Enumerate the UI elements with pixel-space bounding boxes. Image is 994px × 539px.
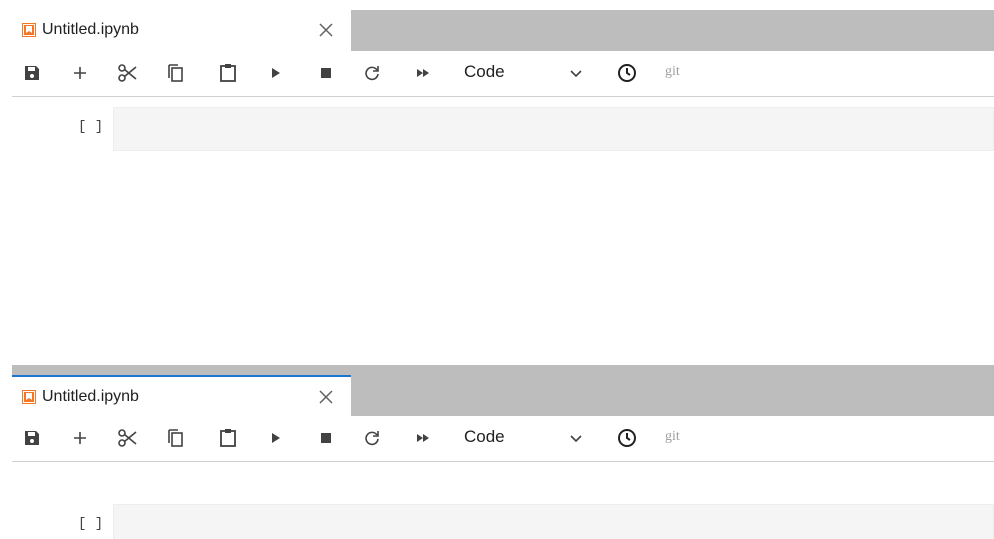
run-icon[interactable]: [264, 61, 288, 85]
cut-icon[interactable]: [116, 426, 140, 450]
notebook-toolbar: Code git: [12, 51, 994, 97]
cell-prompt: [ ]: [78, 516, 104, 532]
tab-title: Untitled.ipynb: [42, 21, 139, 38]
notebook-panel-top: Untitled.ipynb Code git []: [0, 0, 994, 360]
tab-bar-strip: [12, 365, 351, 375]
close-icon[interactable]: [314, 385, 338, 409]
notebook-icon: [22, 23, 36, 37]
tab-title: Untitled.ipynb: [42, 388, 139, 405]
notebook-cell: [ ]: [0, 107, 994, 151]
git-label[interactable]: git: [665, 429, 680, 445]
paste-icon[interactable]: [216, 426, 240, 450]
save-icon[interactable]: [20, 61, 44, 85]
git-label[interactable]: git: [665, 64, 680, 80]
paste-icon[interactable]: [216, 61, 240, 85]
stop-icon[interactable]: [314, 61, 338, 85]
tab-bar-empty-area: [351, 365, 994, 416]
cell-type-label: Code: [464, 62, 505, 81]
copy-icon[interactable]: [164, 61, 188, 85]
close-icon[interactable]: [314, 18, 338, 42]
cell-type-label: Code: [464, 427, 505, 446]
tab-bar: Untitled.ipynb: [0, 0, 994, 51]
restart-icon[interactable]: [360, 61, 384, 85]
notebook-cell: [ ]: [0, 504, 994, 539]
notebook-icon: [22, 390, 36, 404]
tab-bar-empty-area: [351, 10, 994, 51]
clock-icon[interactable]: [615, 61, 639, 85]
code-cell-input[interactable]: [113, 504, 994, 539]
fast-forward-icon[interactable]: [411, 61, 435, 85]
fast-forward-icon[interactable]: [411, 426, 435, 450]
run-icon[interactable]: [264, 426, 288, 450]
cell-type-dropdown[interactable]: Code: [460, 426, 610, 450]
chevron-down-icon: [568, 65, 584, 81]
notebook-toolbar: Code git: [12, 416, 994, 462]
cell-prompt: [ ]: [78, 119, 104, 135]
clock-icon[interactable]: [615, 426, 639, 450]
tab-untitled-notebook[interactable]: Untitled.ipynb: [12, 10, 351, 51]
cut-icon[interactable]: [116, 61, 140, 85]
code-cell-input[interactable]: [113, 107, 994, 151]
stop-icon[interactable]: [314, 426, 338, 450]
add-icon[interactable]: [68, 426, 92, 450]
copy-icon[interactable]: [164, 426, 188, 450]
cell-type-dropdown[interactable]: Code: [460, 61, 610, 85]
tab-untitled-notebook[interactable]: Untitled.ipynb: [12, 375, 351, 416]
restart-icon[interactable]: [360, 426, 384, 450]
chevron-down-icon: [568, 430, 584, 446]
add-icon[interactable]: [68, 61, 92, 85]
tab-bar: Untitled.ipynb: [0, 365, 994, 416]
save-icon[interactable]: [20, 426, 44, 450]
notebook-panel-bottom: Untitled.ipynb Code git []: [0, 365, 994, 539]
